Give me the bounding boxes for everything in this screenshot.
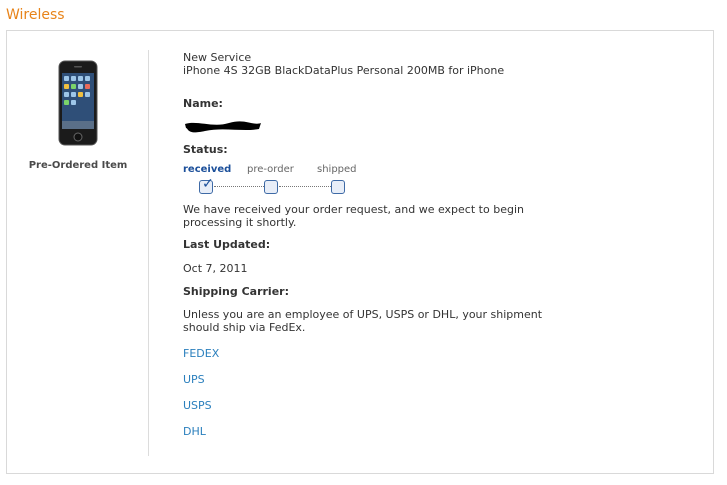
name-label: Name: xyxy=(183,97,223,110)
panel-divider xyxy=(148,50,149,456)
progress-connector xyxy=(279,186,331,187)
carrier-link-dhl[interactable]: DHL xyxy=(183,425,206,438)
iphone-product-image xyxy=(58,60,98,146)
redacted-name xyxy=(185,121,261,133)
carrier-link-fedex[interactable]: FEDEX xyxy=(183,347,219,360)
product-caption: Pre-Ordered Item xyxy=(28,160,128,171)
plan-name: iPhone 4S 32GB BlackDataPlus Personal 20… xyxy=(183,64,505,77)
step-shipped-label: shipped xyxy=(317,164,357,175)
last-updated-value: Oct 7, 2011 xyxy=(183,262,248,275)
progress-connector xyxy=(214,186,264,187)
carrier-link-ups[interactable]: UPS xyxy=(183,373,205,386)
shipping-message: Unless you are an employee of UPS, USPS … xyxy=(183,308,543,334)
carrier-link-usps[interactable]: USPS xyxy=(183,399,212,412)
step-preorder-label: pre-order xyxy=(247,164,294,175)
service-type: New Service xyxy=(183,51,252,64)
status-message: We have received your order request, and… xyxy=(183,203,524,229)
status-label: Status: xyxy=(183,143,228,156)
section-title: Wireless xyxy=(6,7,65,23)
checkmark-icon: ✓ xyxy=(202,176,214,192)
step-received-box: ✓ xyxy=(199,176,214,194)
status-tracker: received pre-order shipped ✓ xyxy=(183,162,363,202)
shipping-carrier-label: Shipping Carrier: xyxy=(183,285,289,298)
step-preorder-box xyxy=(264,180,278,194)
order-panel xyxy=(6,30,714,474)
last-updated-label: Last Updated: xyxy=(183,238,271,251)
step-received-label: received xyxy=(183,164,232,175)
step-shipped-box xyxy=(331,180,345,194)
